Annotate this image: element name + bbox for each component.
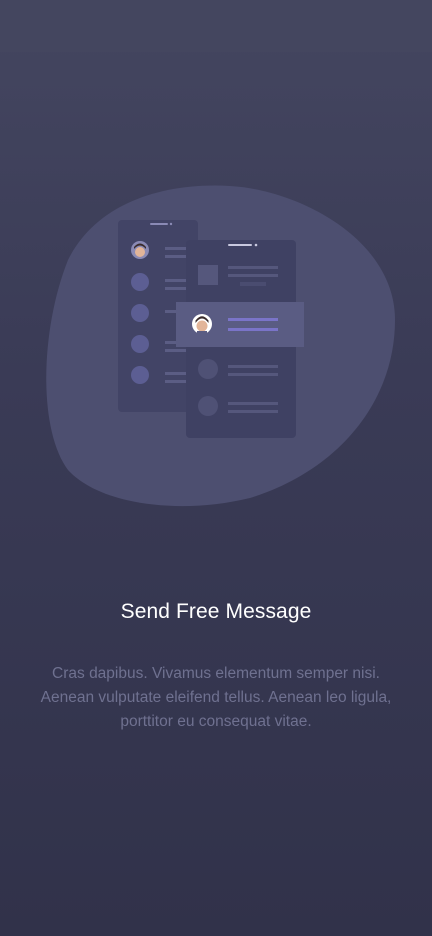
onboarding-description: Cras dapibus. Vivamus elementum semper n…	[40, 665, 392, 730]
send-message-illustration	[46, 185, 396, 507]
avatar-icon	[192, 314, 212, 334]
onboarding-screen: Send Free Message Cras dapibus. Vivamus …	[0, 0, 432, 936]
message-card-icon	[176, 302, 304, 347]
onboarding-title: Send Free Message	[120, 600, 312, 623]
